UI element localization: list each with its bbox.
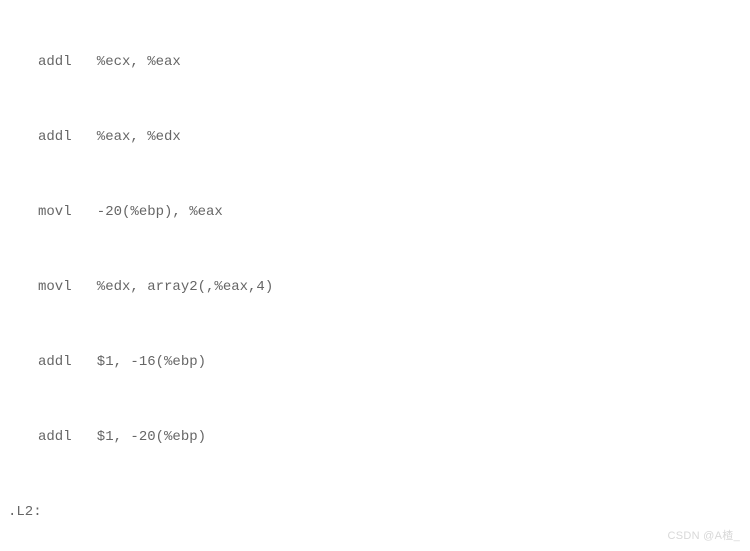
code-line: addl %eax, %edx [4,125,750,150]
code-line: movl %edx, array2(,%eax,4) [4,275,750,300]
assembly-code-block: addl %ecx, %eax addl %eax, %edx movl -20… [0,0,750,551]
code-line: addl $1, -16(%ebp) [4,350,750,375]
code-line: addl %ecx, %eax [4,50,750,75]
code-line: movl -20(%ebp), %eax [4,200,750,225]
code-label-L2: .L2: [4,500,750,525]
code-line: addl $1, -20(%ebp) [4,425,750,450]
watermark-text: CSDN @A楂_ [667,527,740,543]
